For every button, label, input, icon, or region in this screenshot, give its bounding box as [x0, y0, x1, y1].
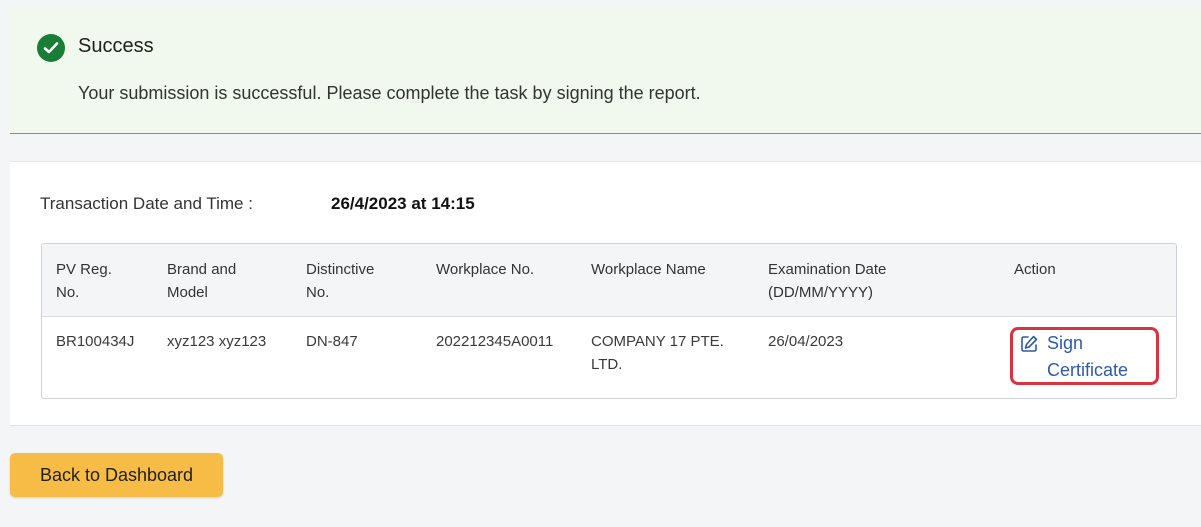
header-pv-reg-no: PV Reg. No.: [56, 261, 112, 301]
sign-certificate-link[interactable]: Sign Certificate: [1010, 327, 1159, 385]
header-workplace-name: Workplace Name: [591, 261, 706, 278]
cell-brand-model: xyz123 xyz123: [167, 333, 267, 350]
success-title: Success: [78, 35, 154, 57]
sign-certificate-label: Sign Certificate: [1047, 333, 1129, 380]
cell-distinctive-no: DN-847: [306, 333, 358, 350]
cell-workplace-no: 202212345A0011: [436, 333, 554, 350]
check-circle-icon: [37, 34, 65, 62]
cell-examination-date: 26/04/2023: [768, 333, 844, 350]
transaction-date-label: Transaction Date and Time :: [40, 194, 253, 213]
header-workplace-no: Workplace No.: [436, 261, 535, 278]
header-brand-model: Brand and Model: [167, 261, 237, 301]
cell-pv-reg-no: BR100434J: [56, 333, 135, 350]
header-action: Action: [1014, 261, 1056, 278]
edit-icon: [1019, 334, 1039, 354]
submission-table: PV Reg. No. Brand and Model Distinctive …: [41, 243, 1177, 399]
success-banner: Success Your submission is successful. P…: [10, 8, 1201, 134]
header-examination-date: Examination Date (DD/MM/YYYY): [768, 261, 887, 301]
transaction-date-value: 26/4/2023 at 14:15: [331, 194, 475, 213]
transaction-details-card: Transaction Date and Time : 26/4/2023 at…: [10, 161, 1201, 426]
success-message: Your submission is successful. Please co…: [78, 83, 701, 103]
cell-workplace-name: COMPANY 17 PTE. LTD.: [591, 333, 724, 373]
back-to-dashboard-button[interactable]: Back to Dashboard: [10, 453, 223, 497]
header-distinctive-no: Distinctive No.: [306, 261, 375, 301]
table-header-row: PV Reg. No. Brand and Model Distinctive …: [42, 244, 1176, 317]
